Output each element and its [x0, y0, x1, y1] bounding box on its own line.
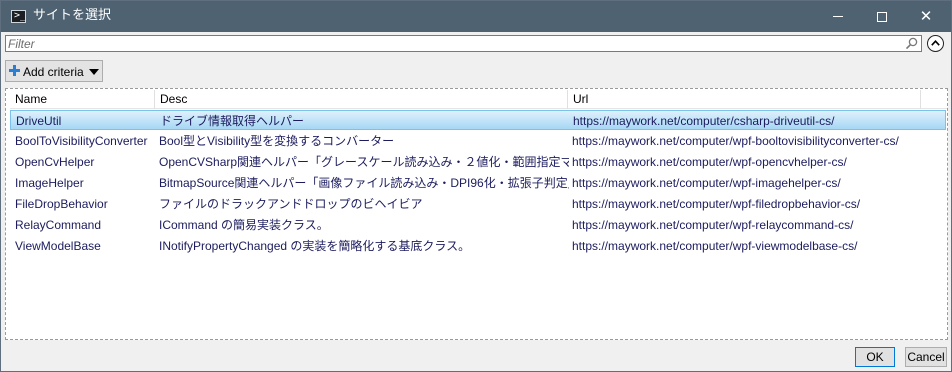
search-icon[interactable]	[905, 37, 918, 50]
site-list[interactable]: Name Desc Url DriveUtil ドライブ情報取得ヘルパー htt…	[5, 88, 948, 340]
cell-url: https://maywork.net/computer/wpf-opencvh…	[572, 155, 847, 169]
table-row[interactable]: BoolToVisibilityConverter Bool型とVisibili…	[10, 131, 946, 151]
powershell-icon: >_	[11, 10, 26, 23]
cell-name: ViewModelBase	[15, 239, 101, 253]
plus-icon	[9, 65, 20, 76]
maximize-button[interactable]	[862, 1, 902, 32]
column-header-url[interactable]: Url	[568, 90, 921, 109]
table-row[interactable]: DriveUtil ドライブ情報取得ヘルパー https://maywork.n…	[10, 110, 946, 130]
cancel-button[interactable]: Cancel	[905, 347, 947, 367]
minimize-button[interactable]	[818, 1, 858, 32]
cell-desc: INotifyPropertyChanged の実装を簡略化する基底クラス。	[159, 239, 471, 253]
minimize-icon	[833, 16, 843, 17]
cell-name: ImageHelper	[15, 176, 84, 190]
ok-button[interactable]: OK	[855, 347, 895, 367]
title-bar[interactable]: >_ サイトを選択 ✕	[1, 1, 951, 32]
cell-desc: Bool型とVisibility型を変換するコンバーター	[159, 134, 395, 148]
cell-desc: ドライブ情報取得ヘルパー	[160, 114, 305, 128]
cell-url: https://maywork.net/computer/wpf-booltov…	[572, 134, 899, 148]
list-header: Name Desc Url	[10, 90, 947, 109]
column-header-filler	[921, 90, 947, 109]
table-row[interactable]: ImageHelper BitmapSource関連ヘルパー「画像ファイル読み込…	[10, 173, 946, 193]
table-row[interactable]: RelayCommand ICommand の簡易実装クラス。 https://…	[10, 215, 946, 235]
cell-desc: OpenCVSharp関連ヘルパー「グレースケール読み込み・２値化・範囲指定マス…	[159, 155, 569, 169]
chevron-up-icon	[931, 40, 940, 46]
column-header-name[interactable]: Name	[10, 90, 155, 109]
filter-box[interactable]	[5, 35, 922, 52]
add-criteria-button[interactable]: Add criteria	[5, 60, 103, 82]
close-icon: ✕	[919, 7, 933, 25]
column-header-desc[interactable]: Desc	[155, 90, 568, 109]
cell-name: OpenCvHelper	[15, 155, 95, 169]
filter-input[interactable]	[8, 36, 898, 51]
cell-url: https://maywork.net/computer/wpf-filedro…	[572, 197, 861, 211]
cell-name: RelayCommand	[15, 218, 102, 232]
collapse-toggle-button[interactable]	[927, 35, 944, 52]
cell-url: https://maywork.net/computer/wpf-viewmod…	[572, 239, 858, 253]
cell-name: BoolToVisibilityConverter	[15, 134, 148, 148]
table-row[interactable]: OpenCvHelper OpenCVSharp関連ヘルパー「グレースケール読み…	[10, 152, 946, 172]
table-row[interactable]: ViewModelBase INotifyPropertyChanged の実装…	[10, 236, 946, 256]
cell-desc: BitmapSource関連ヘルパー「画像ファイル読み込み・DPI96化・拡張子…	[159, 176, 569, 190]
cell-url: https://maywork.net/computer/wpf-imagehe…	[572, 176, 841, 190]
cell-desc: ICommand の簡易実装クラス。	[159, 218, 329, 232]
window-title: サイトを選択	[33, 8, 112, 23]
select-site-dialog: >_ サイトを選択 ✕ Add criteria Name Desc Url	[0, 0, 952, 372]
cell-url: https://maywork.net/computer/wpf-relayco…	[572, 218, 854, 232]
maximize-icon	[877, 11, 887, 22]
cell-url: https://maywork.net/computer/csharp-driv…	[573, 114, 835, 128]
cell-name: FileDropBehavior	[15, 197, 108, 211]
close-button[interactable]: ✕	[906, 1, 946, 32]
cell-desc: ファイルのドラックアンドドロップのビヘイビア	[159, 197, 423, 211]
cell-name: DriveUtil	[16, 114, 62, 128]
dropdown-arrow-icon	[89, 69, 99, 75]
table-row[interactable]: FileDropBehavior ファイルのドラックアンドドロップのビヘイビア …	[10, 194, 946, 214]
add-criteria-label: Add criteria	[23, 65, 84, 79]
